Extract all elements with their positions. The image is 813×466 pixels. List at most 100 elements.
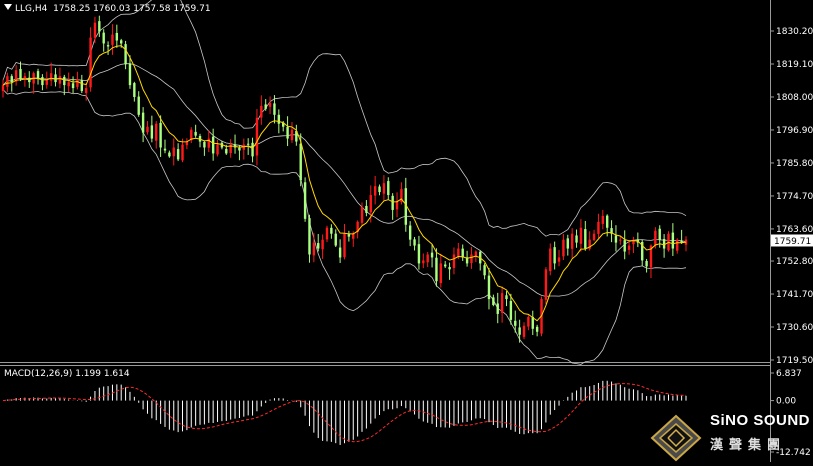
candle-body — [1, 85, 5, 92]
candle — [461, 244, 464, 261]
candle-body — [102, 32, 105, 44]
candle — [619, 236, 622, 245]
candle — [684, 236, 688, 252]
candle-body — [137, 96, 140, 115]
candle — [680, 229, 683, 244]
candle-body — [76, 79, 79, 87]
candle — [334, 229, 337, 248]
macd-panel — [2, 380, 687, 445]
candle — [636, 232, 640, 248]
candle-body — [277, 114, 281, 124]
sinosound-logo: SiNO SOUND 漢聲集團 — [646, 410, 813, 462]
candle — [592, 229, 596, 242]
candle — [483, 263, 486, 280]
ohlc-values: 1758.25 1760.03 1757.58 1759.71 — [53, 4, 211, 14]
candle — [317, 233, 320, 252]
candle — [211, 128, 215, 161]
candle — [439, 253, 443, 288]
candle — [557, 249, 561, 267]
candle — [527, 315, 530, 331]
candle-body — [49, 73, 53, 81]
candle — [667, 231, 670, 252]
candle-body — [671, 232, 675, 249]
candle-body — [623, 240, 626, 252]
candle-body — [592, 233, 596, 241]
candle-body — [566, 238, 569, 249]
candle-body — [549, 248, 552, 272]
candle — [395, 192, 399, 218]
candle-body — [413, 239, 416, 246]
candle — [203, 140, 206, 156]
candle — [19, 61, 22, 82]
logo-text-cn: 漢聲集團 — [710, 438, 787, 453]
candle-body — [496, 303, 499, 314]
candle — [544, 267, 548, 305]
candle-body — [115, 32, 119, 41]
candle-body — [487, 275, 491, 300]
candle — [448, 262, 451, 280]
candle-body — [408, 225, 412, 240]
candle — [93, 16, 97, 44]
price-tick-label: 1785.80 — [776, 159, 813, 169]
candle-body — [452, 254, 456, 268]
candle — [426, 251, 429, 268]
candle — [387, 177, 390, 200]
candle-body — [417, 244, 421, 264]
candle-body — [378, 186, 381, 193]
candle-body — [6, 76, 9, 87]
candle — [71, 76, 75, 94]
candle — [553, 241, 556, 270]
candle — [32, 71, 35, 94]
candle — [172, 138, 175, 166]
candle — [176, 143, 180, 162]
candle — [295, 124, 298, 146]
price-tick-label: 1796.90 — [776, 126, 813, 136]
candle-body — [619, 239, 622, 241]
candle — [58, 67, 62, 89]
candle-body — [347, 234, 351, 237]
candle-body — [584, 229, 587, 249]
candle-body — [146, 126, 149, 133]
candle-body — [133, 83, 136, 97]
candle-body — [522, 325, 526, 337]
candle — [41, 74, 44, 91]
candle-body — [439, 263, 443, 284]
candle — [338, 239, 342, 263]
candle-body — [150, 125, 154, 139]
candle — [522, 322, 526, 340]
candle-body — [260, 105, 263, 118]
candle — [303, 177, 307, 222]
candle-body — [470, 254, 473, 264]
candle — [1, 79, 5, 98]
candle-body — [128, 63, 132, 86]
candle-body — [80, 80, 84, 92]
candle-body — [544, 269, 548, 300]
price-tick-label: 1719.50 — [776, 356, 813, 366]
sinosound-emblem-icon — [650, 414, 702, 462]
candle — [54, 68, 57, 87]
candle-body — [422, 260, 425, 264]
candle — [400, 182, 403, 205]
price-axis: 1830.20 1819.10 1808.00 1796.90 1785.80 1774.… — [770, 27, 813, 366]
candle-body — [575, 235, 578, 243]
candle — [422, 253, 425, 269]
candle — [168, 150, 171, 158]
candle — [286, 116, 289, 147]
current-price-label: 1759.71 — [774, 237, 811, 247]
macd-header: MACD(12,26,9) 1.199 1.614 — [4, 369, 130, 379]
macd-tick-label: 6.837 — [776, 369, 802, 379]
candle-body — [570, 233, 574, 249]
candle — [500, 286, 504, 323]
candle-body — [176, 149, 180, 160]
candle-body — [268, 102, 272, 107]
candle-body — [492, 297, 495, 306]
candle-body — [369, 195, 372, 213]
candle-body — [194, 131, 197, 136]
price-tick-label: 1774.70 — [776, 192, 813, 202]
candle — [452, 247, 456, 275]
candle — [435, 248, 438, 287]
candle — [155, 121, 158, 149]
candle — [251, 137, 254, 163]
candle-body — [141, 112, 145, 133]
dropdown-triangle-icon[interactable] — [4, 4, 12, 10]
